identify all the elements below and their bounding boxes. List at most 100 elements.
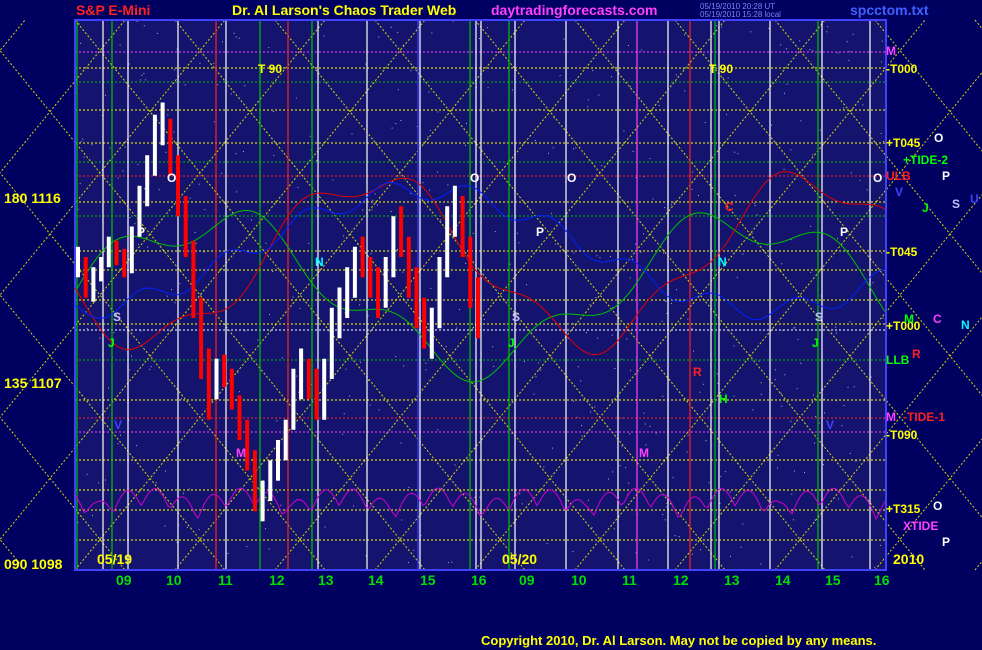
star-dot — [658, 105, 660, 106]
star-dot — [614, 368, 616, 369]
star-dot — [268, 47, 270, 49]
star-dot — [367, 315, 369, 317]
star-dot — [591, 527, 593, 529]
star-dot — [671, 204, 672, 206]
star-dot — [429, 189, 430, 191]
chart-letter-v: V — [826, 418, 835, 432]
star-dot — [122, 170, 124, 172]
star-dot — [552, 447, 553, 449]
star-dot — [692, 171, 694, 173]
star-dot — [91, 144, 93, 146]
star-dot — [577, 366, 579, 368]
star-dot — [608, 478, 609, 480]
star-dot — [144, 188, 145, 190]
star-dot — [440, 219, 442, 221]
star-dot — [198, 529, 200, 530]
star-dot — [623, 130, 625, 132]
star-dot — [625, 467, 627, 469]
star-dot — [165, 151, 167, 153]
label-t045-plus: +T045 — [886, 136, 921, 150]
star-dot — [629, 433, 631, 435]
star-dot — [799, 40, 801, 42]
star-dot — [810, 225, 812, 227]
star-dot — [372, 199, 374, 201]
star-dot — [143, 73, 145, 75]
star-dot — [257, 339, 259, 341]
hour-label: 16 — [471, 572, 487, 588]
star-dot — [664, 519, 666, 521]
star-dot — [563, 38, 565, 40]
star-dot — [837, 498, 839, 500]
star-dot — [332, 179, 334, 181]
star-dot — [222, 41, 223, 43]
star-dot — [342, 433, 344, 435]
star-dot — [870, 376, 872, 378]
star-dot — [511, 433, 513, 435]
star-dot — [572, 550, 574, 552]
star-dot — [733, 395, 735, 397]
star-dot — [120, 434, 121, 436]
star-dot — [136, 445, 138, 447]
star-dot — [849, 51, 851, 53]
star-dot — [786, 48, 788, 50]
star-dot — [429, 490, 431, 492]
star-dot — [407, 562, 409, 563]
star-dot — [408, 486, 410, 488]
site-link[interactable]: daytradingforecasts.com — [491, 3, 658, 17]
star-dot — [664, 207, 666, 209]
star-dot — [655, 432, 657, 434]
star-dot — [425, 362, 427, 364]
star-dot — [174, 302, 176, 304]
star-dot — [447, 184, 449, 186]
star-dot — [298, 391, 300, 393]
star-dot — [768, 27, 770, 29]
star-dot — [368, 379, 369, 381]
star-dot — [791, 493, 793, 495]
star-dot — [390, 26, 392, 28]
star-dot — [145, 79, 147, 81]
star-dot — [365, 63, 367, 65]
star-dot — [203, 251, 205, 253]
chart-letter-n: N — [315, 255, 324, 269]
planet-s: S — [952, 197, 961, 211]
star-dot — [575, 147, 577, 149]
star-dot — [674, 535, 676, 537]
star-dot — [134, 223, 136, 225]
star-dot — [573, 252, 575, 254]
star-dot — [158, 189, 160, 191]
hour-label: 15 — [420, 572, 436, 588]
star-dot — [402, 271, 404, 273]
star-dot — [691, 553, 693, 555]
star-dot — [369, 404, 371, 406]
date-label-0520: 05/20 — [502, 551, 538, 567]
star-dot — [708, 482, 710, 484]
star-dot — [378, 36, 380, 38]
star-dot — [113, 332, 115, 334]
star-dot — [687, 434, 689, 436]
star-dot — [165, 470, 167, 472]
star-dot — [628, 482, 630, 484]
star-dot — [250, 219, 252, 221]
star-dot — [881, 252, 883, 254]
hour-label: 16 — [874, 572, 890, 588]
star-dot — [601, 165, 603, 167]
star-dot — [774, 369, 776, 371]
star-dot — [587, 499, 589, 501]
star-dot — [737, 153, 739, 155]
star-dot — [843, 107, 844, 109]
star-dot — [246, 546, 248, 547]
chart-area — [0, 19, 982, 571]
star-dot — [309, 135, 311, 137]
star-dot — [627, 45, 629, 46]
star-dot — [466, 122, 467, 124]
star-dot — [548, 152, 549, 154]
star-dot — [665, 300, 667, 302]
star-dot — [213, 62, 215, 64]
star-dot — [756, 214, 758, 216]
star-dot — [136, 20, 138, 22]
star-dot — [204, 509, 206, 511]
star-dot — [716, 373, 718, 375]
star-dot — [819, 129, 821, 131]
star-dot — [823, 464, 825, 466]
star-dot — [662, 395, 664, 397]
